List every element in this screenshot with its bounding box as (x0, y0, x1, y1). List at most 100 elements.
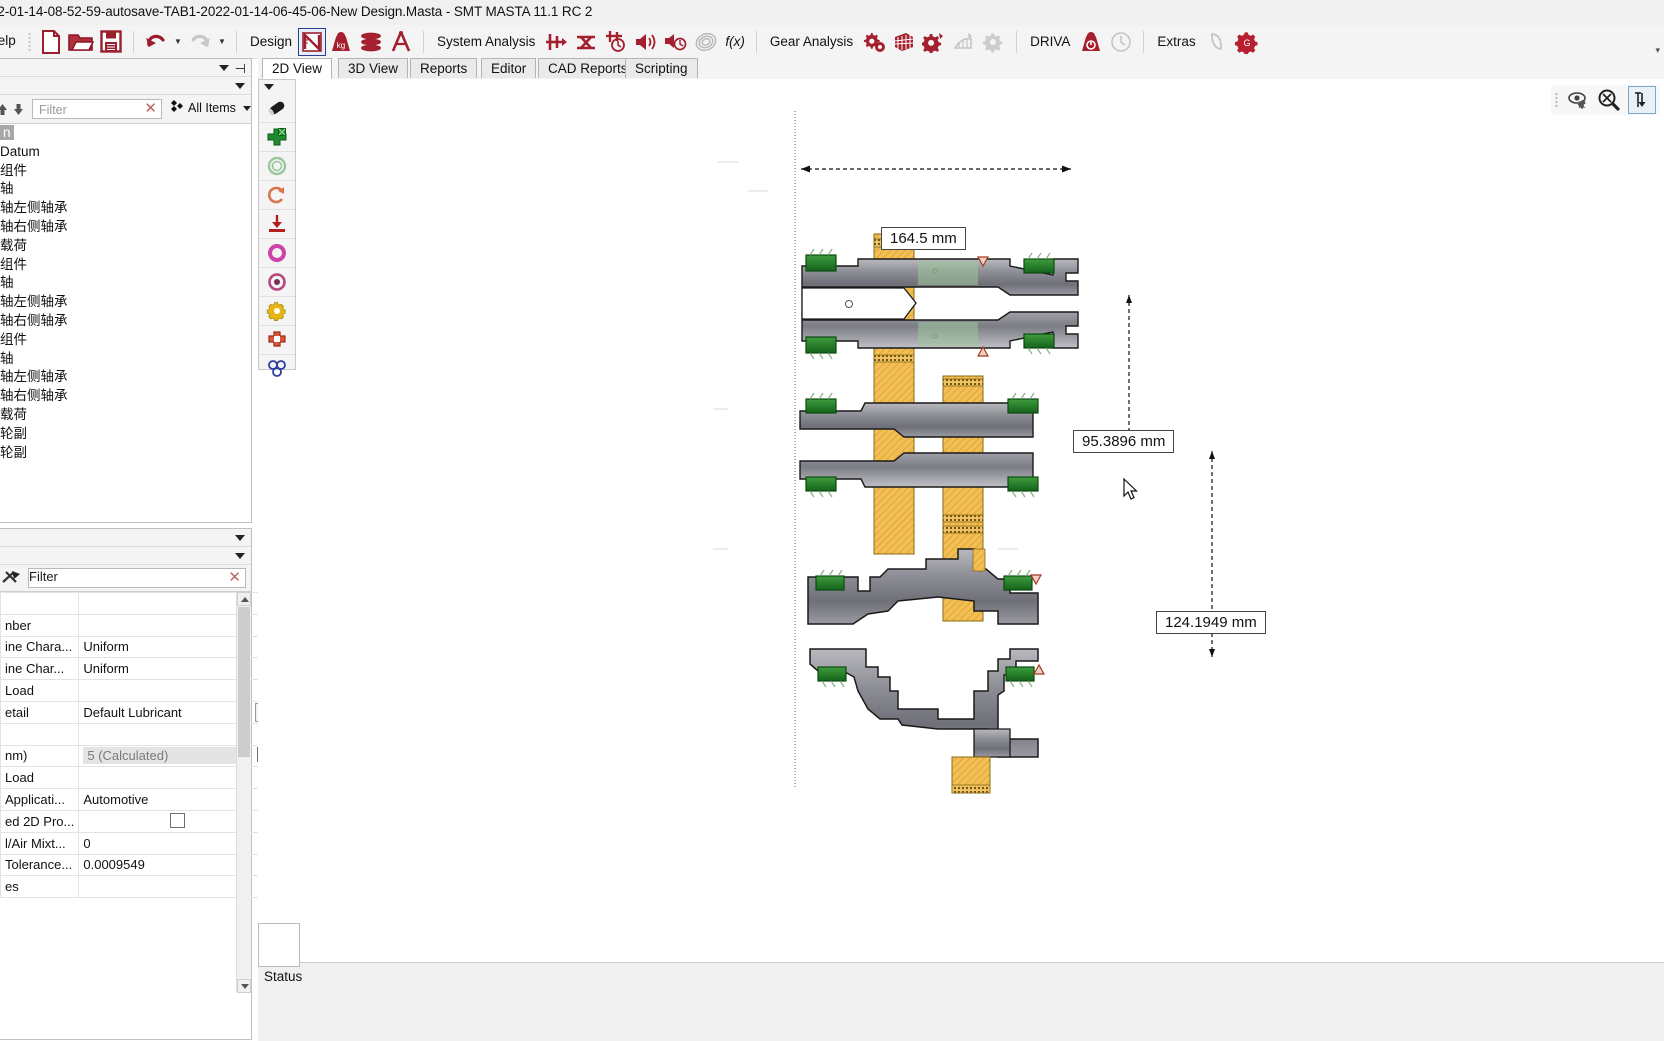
scroll-up-button[interactable] (237, 592, 251, 606)
tree-item[interactable]: 载荷 (0, 406, 251, 425)
tree-item[interactable]: 轴左侧轴承 (0, 293, 251, 312)
clear-properties-filter-icon[interactable]: ✕ (228, 570, 241, 585)
tree-item[interactable]: 轴右侧轴承 (0, 387, 251, 406)
shaft-layout-icon[interactable] (541, 27, 571, 57)
duty-cycle-clock-icon[interactable] (601, 27, 631, 57)
clear-filter-icon[interactable]: ✕ (144, 101, 157, 116)
tab-3d-view[interactable]: 3D View (338, 58, 409, 78)
properties-menu-caret-icon[interactable] (235, 535, 245, 541)
tree-item[interactable]: Datum (0, 143, 251, 162)
acoustic-waves-icon[interactable] (691, 27, 721, 57)
properties-submenu-caret-icon[interactable] (235, 553, 245, 559)
micro-geometry-icon[interactable] (949, 27, 979, 57)
dimension-label-95-3896[interactable]: 95.3896 mm (1073, 430, 1175, 453)
moon-icon[interactable] (1202, 27, 1232, 57)
tree-filter-input[interactable]: Filter ✕ (32, 99, 162, 119)
driva-weight-icon[interactable] (1076, 27, 1106, 57)
tree-item[interactable]: 轴左侧轴承 (0, 199, 251, 218)
unpin-icon[interactable] (0, 570, 22, 590)
view-toolbar-grip[interactable] (1555, 91, 1558, 109)
stack-layers-icon[interactable] (356, 27, 386, 57)
fx-function-icon[interactable]: f(x) (721, 34, 749, 49)
red-cross-shape-icon[interactable] (259, 326, 295, 355)
scroll-down-button[interactable] (237, 979, 251, 993)
toolbar-grip[interactable] (28, 32, 31, 51)
model-tree[interactable]: n Datum 组件轴轴左侧轴承 轴右侧轴承 载荷 组件轴轴左侧轴承 轴右侧轴承 组件轴轴左… (0, 124, 251, 504)
tab-cad-reports[interactable]: CAD Reports (538, 58, 638, 78)
property-checkbox[interactable] (170, 813, 186, 829)
open-folder-icon[interactable] (66, 27, 96, 57)
tree-item[interactable]: 组件 (0, 256, 251, 275)
toolbar-separator-2 (236, 30, 237, 53)
yellow-gear-icon[interactable] (259, 297, 295, 326)
redo-icon[interactable] (185, 27, 215, 57)
tree-item[interactable]: 轮副 (0, 444, 251, 463)
visibility-settings-icon[interactable] (1564, 85, 1594, 115)
gear-disabled-icon[interactable] (979, 27, 1009, 57)
properties-scrollbar[interactable] (236, 592, 251, 993)
properties-filter-input[interactable]: Filter ✕ (28, 568, 246, 588)
new-document-icon[interactable] (36, 27, 66, 57)
alignment-icon[interactable] (571, 27, 601, 57)
panel-menu-caret-icon[interactable] (219, 65, 229, 71)
all-items-caret-icon[interactable] (242, 105, 251, 111)
tree-item[interactable]: 轴 (0, 180, 251, 199)
tree-item[interactable]: n (0, 124, 251, 143)
dimension-label-124-1949[interactable]: 124.1949 mm (1156, 611, 1266, 634)
tab-editor[interactable]: Editor (481, 58, 537, 78)
rotate-arrow-icon[interactable] (259, 181, 295, 210)
undo-dropdown-icon[interactable]: ▼ (171, 27, 185, 57)
move-down-icon[interactable] (12, 103, 25, 116)
add-green-cross-icon[interactable] (259, 123, 295, 152)
tab-scripting[interactable]: Scripting (625, 58, 698, 78)
undo-icon[interactable] (141, 27, 171, 57)
pan-tool-icon[interactable] (259, 94, 295, 123)
compass-icon[interactable] (386, 27, 416, 57)
gears-icon[interactable] (859, 27, 889, 57)
save-icon[interactable] (96, 27, 126, 57)
ruler-design-icon[interactable] (298, 27, 327, 56)
tree-item[interactable]: 载荷 (0, 237, 251, 256)
menu-help[interactable]: Help (0, 33, 16, 48)
move-up-icon[interactable] (0, 103, 9, 116)
tree-item[interactable]: 轴 (0, 274, 251, 293)
design-group-label[interactable]: Design (244, 34, 298, 49)
all-items-selector[interactable]: All Items (170, 100, 251, 116)
view-right-toolbar (1551, 85, 1660, 115)
target-circle-icon[interactable] (259, 268, 295, 297)
gear-grid-icon[interactable] (889, 27, 919, 57)
magenta-ring-icon[interactable] (259, 239, 295, 268)
gear-analysis-group-label[interactable]: Gear Analysis (764, 34, 859, 49)
fit-view-icon[interactable] (1628, 86, 1656, 114)
extras-group-label[interactable]: Extras (1151, 34, 1201, 49)
redo-dropdown-icon[interactable]: ▼ (215, 27, 229, 57)
weight-kg-icon[interactable]: kg (326, 27, 356, 57)
panel-submenu-caret-icon[interactable] (235, 83, 245, 89)
tree-item[interactable]: 轴 (0, 350, 251, 369)
tree-item[interactable]: 轴左侧轴承 (0, 368, 251, 387)
drawing-canvas[interactable]: 164.5 mm 95.3896 mm 124.1949 mm (298, 79, 1664, 962)
view-tools-caret-icon[interactable] (264, 84, 274, 90)
tree-item[interactable]: 组件 (0, 162, 251, 181)
pin-icon[interactable]: ⊣ (235, 61, 246, 77)
tree-item[interactable]: 组件 (0, 331, 251, 350)
tree-item[interactable]: 轮副 (0, 425, 251, 444)
speaker-icon[interactable] (631, 27, 661, 57)
clock-disabled-icon[interactable] (1106, 27, 1136, 57)
zoom-reset-icon[interactable] (1594, 85, 1624, 115)
scroll-thumb[interactable] (238, 607, 250, 757)
gear-settings-icon[interactable]: G (1232, 27, 1262, 57)
driva-group-label[interactable]: DRIVA (1024, 34, 1076, 49)
system-analysis-group-label[interactable]: System Analysis (431, 34, 541, 49)
toolbar-overflow-icon[interactable]: ▾ (1655, 45, 1660, 56)
gear-tool-icon[interactable] (919, 27, 949, 57)
tree-item[interactable]: 轴右侧轴承 (0, 218, 251, 237)
tree-item[interactable]: 轴右侧轴承 (0, 312, 251, 331)
circle-outline-icon[interactable] (259, 152, 295, 181)
down-arrow-load-icon[interactable] (259, 210, 295, 239)
tab-2d-view[interactable]: 2D View (262, 58, 333, 79)
dimension-label-164-5[interactable]: 164.5 mm (881, 227, 966, 250)
speaker-clock-icon[interactable] (661, 27, 691, 57)
tab-reports[interactable]: Reports (410, 58, 478, 78)
planetary-set-icon[interactable] (259, 355, 295, 383)
